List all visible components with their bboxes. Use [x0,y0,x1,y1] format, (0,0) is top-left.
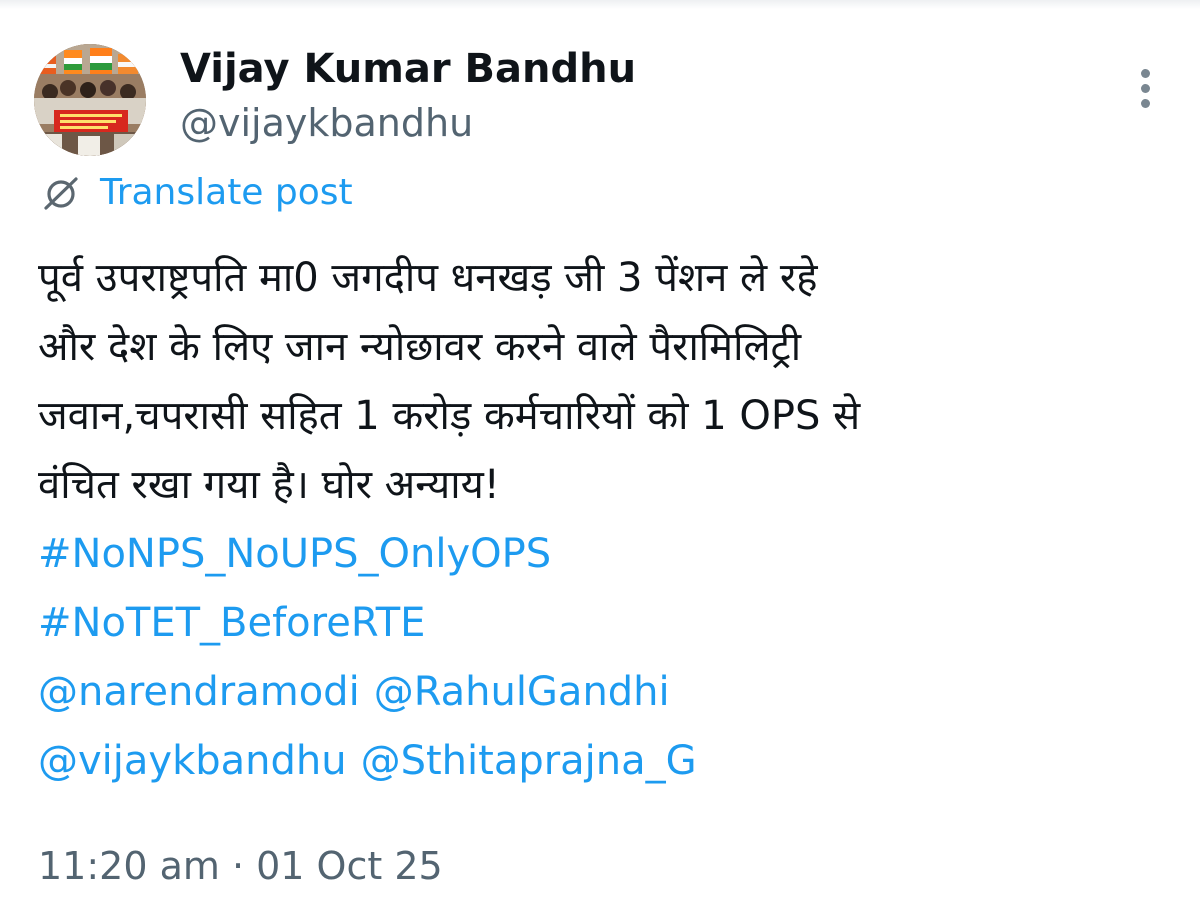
avatar[interactable] [34,44,146,156]
more-options-icon[interactable] [1126,66,1166,110]
hashtag-link[interactable]: #NoTET_BeforeRTE [38,600,425,646]
avatar-photo [34,44,146,156]
mention-link[interactable]: @narendramodi [38,669,360,715]
post-timestamp[interactable]: 11:20 am · 01 Oct 25 [38,838,443,894]
post-body: पूर्व उपराष्ट्रपति मा0 जगदीप धनखड़ जी 3 … [38,244,1178,796]
translate-post-label: Translate post [100,172,353,213]
post-text-line: जवान,चपरासी सहित 1 करोड़ कर्मचारियों को … [38,393,861,439]
post-text-line: और देश के लिए जान न्योछावर करने वाले पैर… [38,324,802,370]
translate-post-button[interactable]: Translate post [40,168,353,218]
mention-link[interactable]: @vijaykbandhu [38,738,347,784]
more-dot [1141,99,1150,108]
translate-icon [44,177,78,210]
hashtag-link[interactable]: #NoNPS_NoUPS_OnlyOPS [38,531,551,577]
post-text-line: वंचित रखा गया है। घोर अन्याय! [38,462,500,508]
top-divider [0,0,1200,9]
author-handle[interactable]: @vijaykbandhu [180,100,473,146]
more-dot [1141,69,1150,78]
post-text-line: पूर्व उपराष्ट्रपति मा0 जगदीप धनखड़ जी 3 … [38,255,818,301]
more-dot [1141,84,1150,93]
mention-link[interactable]: @RahulGandhi [374,669,670,715]
author-display-name[interactable]: Vijay Kumar Bandhu [180,44,636,94]
mention-link[interactable]: @Sthitaprajna_G [361,738,697,784]
